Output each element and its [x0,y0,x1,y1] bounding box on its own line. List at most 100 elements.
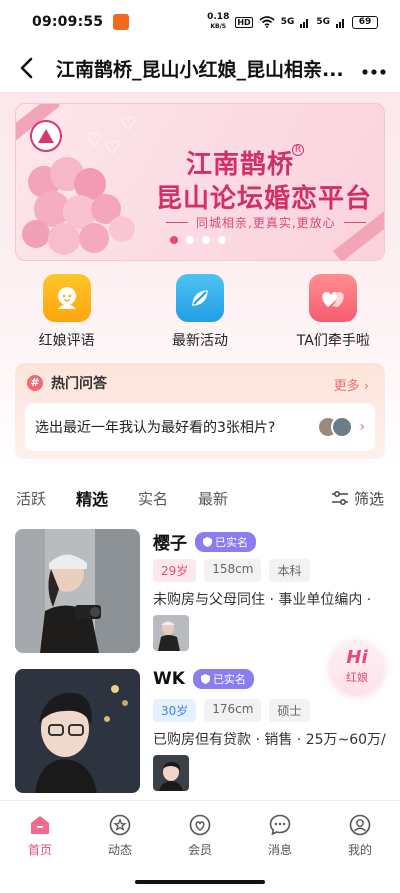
bottom-nav: 首页 动态 会员 消息 我的 [0,800,400,866]
user-tags: 29岁 158cm 本科 [153,559,310,582]
matchmaker-float-button[interactable]: Hi 红娘 [330,640,384,694]
participant-avatars [317,416,354,438]
tab-verified[interactable]: 实名 [138,488,168,509]
heart-decoration: ♡ [104,138,121,159]
heart-decoration: ♡ [120,114,137,135]
user-name: WK [153,669,185,689]
hashtag-icon: # [27,375,43,391]
matchmaker-review-icon [42,274,91,322]
quick-links: 红娘评语 最新活动 TA们牵手啦 [0,274,400,354]
tab-active[interactable]: 活跃 [16,488,46,509]
hot-qa-title: 热门问答 [51,376,107,392]
carousel-dot[interactable] [218,236,226,244]
back-button[interactable] [14,56,38,80]
net-speed-value: 0.18 [207,12,230,22]
hot-qa-more-link[interactable]: 更多 › [334,375,369,394]
quick-link-label: TA们牵手啦 [296,333,370,349]
carousel-dot[interactable] [170,236,178,244]
shield-icon [203,536,212,547]
education-tag: 硕士 [269,699,310,722]
user-thumbnail[interactable] [153,615,189,651]
nav-home[interactable]: 首页 [0,801,80,866]
signal-bars-icon-1 [300,18,309,28]
age-tag: 30岁 [153,699,197,722]
matchmaker-label: 红娘 [346,671,368,684]
page-title: 江南鹊桥_昆山小红娘_昆山相亲... [56,58,344,81]
banner-slogan: 同城相亲,更真实,更放心 [166,214,366,231]
quick-link-latest-activity[interactable]: 最新活动 [133,274,266,354]
brand-logo [30,120,62,152]
education-tag: 本科 [269,559,310,582]
nav-label: 会员 [187,843,212,857]
nav-label: 动态 [107,843,132,857]
hot-qa-question: 选出最近一年我认为最好看的3张相片? [35,420,276,436]
registered-mark: R [292,144,304,156]
height-tag: 158cm [204,559,262,582]
balloons-illustration [22,157,135,255]
carousel-dot[interactable] [202,236,210,244]
verified-label: 已实名 [215,535,248,549]
wifi-icon [259,16,275,28]
signal-bars-icon-2 [336,18,344,28]
heart-decoration: ♡ [86,130,103,151]
verified-label: 已实名 [212,673,246,686]
carousel-indicator [170,236,226,244]
chevron-right-icon: › [359,419,365,435]
filter-label: 筛选 [353,489,384,508]
filter-icon [331,491,348,505]
user-card[interactable]: 樱子 已实名 29岁 158cm 本科 未购房与父母同住 · 事业单位编内 · [0,529,400,659]
status-bar: 09:09:55 0.18 KB/S HD 5G 5G 69 [0,0,400,44]
nav-label: 首页 [27,843,52,857]
app-notification-icon [113,14,130,30]
more-label: 更多 [333,379,360,394]
hot-qa-question-card[interactable]: 选出最近一年我认为最好看的3张相片? › [25,403,375,451]
height-tag: 176cm [204,699,262,722]
activity-icon [175,274,224,322]
more-options-button[interactable] [356,56,386,81]
member-icon [189,814,211,836]
hot-qa-section: # 热门问答 更多 › 选出最近一年我认为最好看的3张相片? › [15,363,385,459]
filter-button[interactable]: 筛选 [331,488,384,509]
user-description: 已购房但有贷款 · 销售 · 25万~60万/ [153,732,386,748]
banner-title-line1: 江南鹊桥 [186,150,295,180]
user-description: 未购房与父母同住 · 事业单位编内 · [153,592,372,608]
tab-featured[interactable]: 精选 [76,486,108,510]
user-tags: 30岁 176cm 硕士 [153,699,310,722]
message-icon [269,814,291,836]
verified-badge: 已实名 [192,669,254,689]
quick-link-couples[interactable]: TA们牵手啦 [267,274,400,354]
quick-link-label: 最新活动 [171,333,228,349]
verified-badge: 已实名 [195,531,256,552]
nav-messages[interactable]: 消息 [240,801,320,866]
banner-slogan-text: 同城相亲,更真实,更放心 [196,216,336,230]
couple-hearts-icon [309,274,358,322]
user-photo[interactable] [15,669,140,793]
hi-label: Hi [346,647,368,668]
quick-link-label: 红娘评语 [38,333,95,349]
more-dots-icon [362,68,386,75]
hot-qa-header: # 热门问答 [27,373,107,393]
home-indicator[interactable] [135,880,265,884]
carousel-dot[interactable] [186,236,194,244]
user-list-tabs: 活跃 精选 实名 最新 筛选 [0,473,400,523]
shield-icon [200,674,210,684]
app-header: 江南鹊桥_昆山小红娘_昆山相亲... [0,44,400,92]
age-tag: 29岁 [153,559,197,582]
status-time: 09:09:55 [32,14,104,30]
signal-icon-1: 5G [280,17,295,27]
nav-label: 我的 [347,843,372,857]
feed-icon [109,814,131,836]
nav-feed[interactable]: 动态 [80,801,160,866]
user-thumbnail[interactable] [153,755,189,791]
net-speed-unit: KB/S [210,23,227,30]
user-photo[interactable] [15,529,140,653]
tab-latest[interactable]: 最新 [198,488,228,509]
nav-label: 消息 [267,843,292,857]
nav-profile[interactable]: 我的 [320,801,400,866]
quick-link-matchmaker-review[interactable]: 红娘评语 [0,274,133,354]
chevron-right-icon: › [359,379,369,394]
home-icon [31,816,49,834]
banner-title-line2: 昆山论坛婚恋平台 [156,184,373,214]
user-name-row: 樱子 已实名 [153,529,256,554]
nav-member[interactable]: 会员 [160,801,240,866]
